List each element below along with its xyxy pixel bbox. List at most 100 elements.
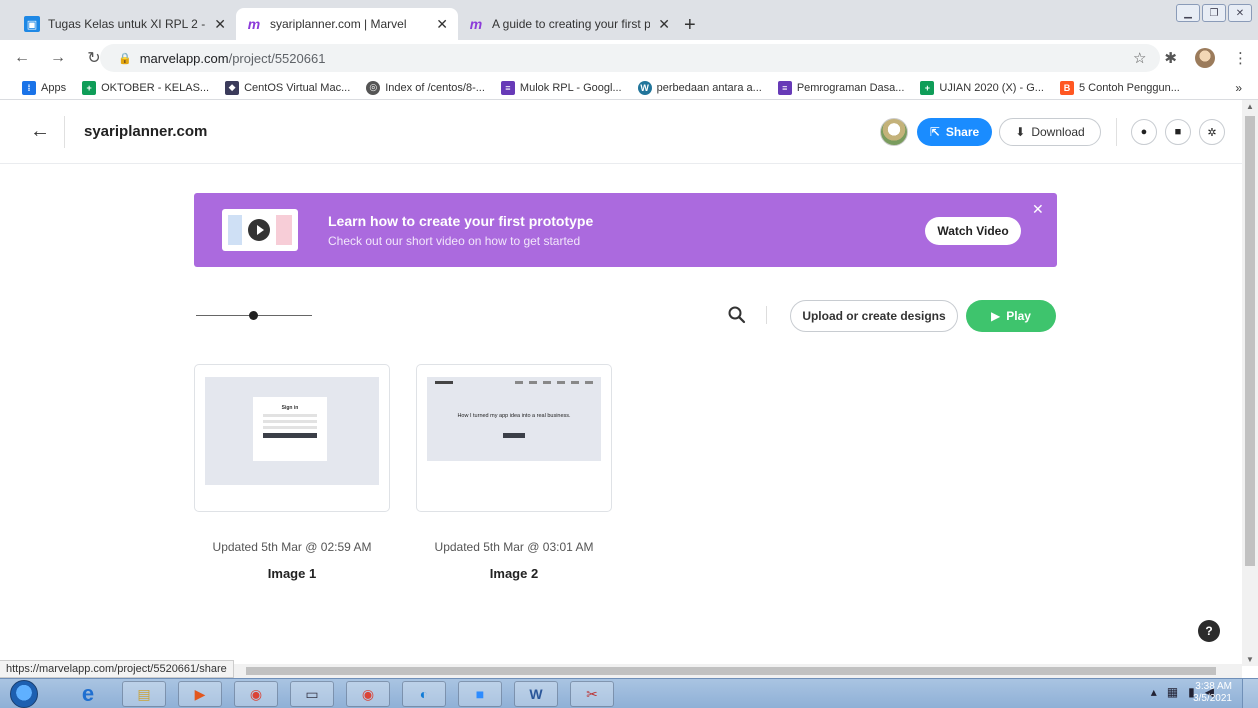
share-button[interactable]: ⇱ Share xyxy=(917,118,992,146)
bookmark-item[interactable]: B5 Contoh Penggun... xyxy=(1059,80,1180,95)
scroll-up-icon[interactable]: ▲ xyxy=(1242,102,1258,111)
tray-expand-icon[interactable]: ▴ xyxy=(1151,685,1157,699)
sheets-icon: + xyxy=(920,80,935,95)
wordpress-icon: W xyxy=(637,80,652,95)
play-button[interactable]: ▶ Play xyxy=(966,300,1056,332)
forward-arrow-icon[interactable]: → xyxy=(44,49,72,67)
bookmark-item[interactable]: + UJIAN 2020 (X) - G... xyxy=(920,80,1044,95)
new-tab-button[interactable]: + xyxy=(684,14,696,37)
banner-title: Learn how to create your first prototype xyxy=(328,213,594,229)
tab-marvel-guide[interactable]: m A guide to creating your first pro ✕ xyxy=(458,8,680,40)
show-desktop-button[interactable] xyxy=(1242,679,1258,708)
screen-card[interactable]: Sign in xyxy=(194,364,390,512)
screen-updated-time: Updated 5th Mar @ 03:01 AM xyxy=(434,540,594,554)
sheets-icon: + xyxy=(82,80,97,95)
minimize-icon[interactable]: ▁ xyxy=(1176,4,1200,22)
play-triangle-icon: ▶ xyxy=(991,309,1001,323)
marvel-icon: m xyxy=(247,16,261,32)
bookmark-apps[interactable]: ⁞ Apps xyxy=(22,80,66,95)
browser-tab-strip: ▣ Tugas Kelas untuk XI RPL 2 - Proc ✕ m … xyxy=(0,0,1258,40)
project-header: ← syariplanner.com ⇱ Share ⬇ Download ● … xyxy=(0,100,1242,164)
extensions-puzzle-icon[interactable]: ✱ xyxy=(1164,49,1177,67)
profile-avatar[interactable] xyxy=(1195,48,1215,68)
user-avatar[interactable] xyxy=(880,118,908,146)
play-circle-icon xyxy=(248,219,270,241)
status-bar-url: https://marvelapp.com/project/5520661/sh… xyxy=(0,660,234,678)
classroom-icon: ▣ xyxy=(24,16,40,32)
word-icon[interactable]: W xyxy=(514,681,558,707)
video-camera-icon[interactable]: ■ xyxy=(1165,119,1191,145)
download-button[interactable]: ⬇ Download xyxy=(999,118,1101,146)
screen-card[interactable]: How I turned my app idea into a real bus… xyxy=(416,364,612,512)
internet-explorer-icon[interactable]: e xyxy=(66,681,110,707)
signin-preview: Sign in xyxy=(253,397,327,461)
restore-icon[interactable]: ❐ xyxy=(1202,4,1226,22)
back-arrow-icon[interactable]: ← xyxy=(8,49,36,67)
more-menu-icon[interactable]: ⋮ xyxy=(1233,49,1248,67)
window-controls: ▁ ❐ ✕ xyxy=(1176,4,1252,22)
share-icon: ⇱ xyxy=(929,125,940,139)
folder-icon[interactable]: ▤ xyxy=(122,681,166,707)
cube-icon: ◆ xyxy=(225,80,240,95)
tab-classroom[interactable]: ▣ Tugas Kelas untuk XI RPL 2 - Proc ✕ xyxy=(14,8,236,40)
close-window-icon[interactable]: ✕ xyxy=(1228,4,1252,22)
bookmark-item[interactable]: + OKTOBER - KELAS... xyxy=(82,80,209,95)
bookmarks-overflow-icon[interactable]: » xyxy=(1235,81,1242,95)
screen-updated-time: Updated 5th Mar @ 02:59 AM xyxy=(212,540,372,554)
close-icon[interactable]: ✕ xyxy=(1032,201,1044,218)
search-icon[interactable] xyxy=(727,305,747,325)
network-icon[interactable]: ▦ xyxy=(1167,685,1178,699)
chrome-icon[interactable]: ◉ xyxy=(234,681,278,707)
bookmark-item[interactable]: ≡ Pemrograman Dasa... xyxy=(777,80,904,95)
apps-grid-icon: ⁞ xyxy=(22,80,36,95)
address-bar[interactable]: 🔒 marvelapp.com/project/5520661 xyxy=(100,44,1160,72)
divider xyxy=(1116,118,1117,146)
zoom-slider-handle[interactable] xyxy=(249,311,258,320)
media-player-icon[interactable]: ▶ xyxy=(178,681,222,707)
screen-name[interactable]: Image 1 xyxy=(194,566,390,581)
scroll-down-icon[interactable]: ▼ xyxy=(1242,655,1258,664)
start-button[interactable] xyxy=(10,680,38,708)
windows-taskbar: e ▤ ▶ ◉ ▭ ◉ ◐ ■ W ✂ ▴ ▦ ▮ ◀ 3:38 AM 3/5/… xyxy=(0,678,1258,708)
bookmark-item[interactable]: ◎ Index of /centos/8-... xyxy=(366,80,485,95)
gear-icon[interactable]: ✲ xyxy=(1199,119,1225,145)
blogger-icon: B xyxy=(1059,80,1074,95)
bookmark-star-icon[interactable]: ☆ xyxy=(1133,49,1146,67)
lock-icon: 🔒 xyxy=(118,52,132,65)
zoom-icon[interactable]: ■ xyxy=(458,681,502,707)
forms-icon: ≡ xyxy=(777,80,792,95)
banner-subtitle: Check out our short video on how to get … xyxy=(328,234,581,248)
screen-name[interactable]: Image 2 xyxy=(416,566,612,581)
video-thumbnail[interactable] xyxy=(222,209,298,251)
help-question-icon[interactable]: ? xyxy=(1198,620,1220,642)
upload-designs-button[interactable]: Upload or create designs xyxy=(790,300,958,332)
clock[interactable]: 3:38 AM 3/5/2021 xyxy=(1193,681,1232,705)
screen-thumbnail: How I turned my app idea into a real bus… xyxy=(427,377,601,461)
project-title: syariplanner.com xyxy=(84,123,208,140)
tutorial-banner: Learn how to create your first prototype… xyxy=(194,193,1057,267)
vertical-scrollbar[interactable]: ▲ ▼ xyxy=(1242,100,1258,666)
browser-toolbar: ← → ↻ 🔒 marvelapp.com/project/5520661 ☆ … xyxy=(0,40,1258,76)
divider xyxy=(766,306,767,324)
screen-thumbnail: Sign in xyxy=(205,377,379,485)
marvel-icon: m xyxy=(469,16,483,32)
chrome-icon[interactable]: ◉ xyxy=(346,681,390,707)
forms-icon: ≡ xyxy=(500,80,515,95)
bookmark-item[interactable]: Wperbedaan antara a... xyxy=(637,80,762,95)
bookmark-item[interactable]: ◆ CentOS Virtual Mac... xyxy=(225,80,350,95)
download-arrow-icon: ⬇ xyxy=(1015,125,1026,139)
bookmark-item[interactable]: ≡ Mulok RPL - Googl... xyxy=(500,80,622,95)
watch-video-button[interactable]: Watch Video xyxy=(925,217,1021,245)
close-tab-icon[interactable]: ✕ xyxy=(214,16,226,33)
computer-icon[interactable]: ▭ xyxy=(290,681,334,707)
tab-marvel-project[interactable]: m syariplanner.com | Marvel ✕ xyxy=(236,8,458,40)
close-tab-icon[interactable]: ✕ xyxy=(658,16,670,33)
close-tab-icon[interactable]: ✕ xyxy=(436,16,448,33)
divider xyxy=(64,116,65,148)
back-arrow-icon[interactable]: ← xyxy=(30,120,50,143)
edge-icon[interactable]: ◐ xyxy=(402,681,446,707)
globe-icon: ◎ xyxy=(366,80,381,95)
comment-bubble-icon[interactable]: ● xyxy=(1131,119,1157,145)
snipping-tool-icon[interactable]: ✂ xyxy=(570,681,614,707)
bookmarks-bar: ⁞ Apps + OKTOBER - KELAS... ◆ CentOS Virtua… xyxy=(0,76,1258,100)
